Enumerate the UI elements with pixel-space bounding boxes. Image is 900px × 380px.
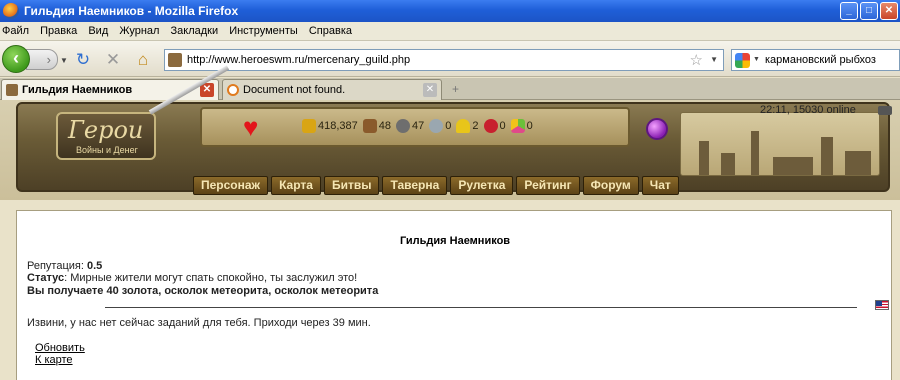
window-title: Гильдия Наемников - Mozilla Firefox [24,4,239,18]
resource-value: 48 [378,120,392,132]
nav-tavern[interactable]: Таверна [382,176,448,195]
search-box[interactable]: ▼ кармановский рыбхоз [731,49,900,71]
menu-bar: Файл Правка Вид Журнал Закладки Инструме… [0,22,900,41]
wood-icon [362,119,377,133]
nav-battles[interactable]: Битвы [323,176,380,195]
address-dropdown-icon[interactable]: ▼ [710,55,718,64]
no-tasks-message: Извини, у нас нет сейчас заданий для теб… [27,317,371,329]
window-title-bar: Гильдия Наемников - Mozilla Firefox _ □ … [0,0,900,22]
castle-tower [845,151,871,175]
server-clock: 22:11, 15030 online [760,104,856,116]
castle-tower [751,131,759,175]
back-button[interactable]: ‹ [2,45,30,73]
tab-bar: Гильдия Наемников ✕ Document not found. … [0,78,900,100]
gold-icon [302,119,316,133]
google-search-icon[interactable] [735,53,750,68]
online-indicator-icon[interactable] [878,106,892,115]
tab-label: Document not found. [243,84,346,96]
castle-tower [821,137,833,175]
mana-potion-icon [646,118,668,140]
address-url[interactable]: http://www.heroeswm.ru/mercenary_guild.p… [187,54,410,66]
castle-wall [773,157,813,175]
castle-illustration [680,112,880,176]
mercury-icon [429,119,444,133]
nav-map[interactable]: Карта [271,176,321,195]
reputation-label: Репутация: [27,260,87,272]
menu-bookmarks[interactable]: Закладки [171,22,225,37]
game-logo[interactable]: Герои Войны и Денег [56,112,156,160]
minimize-icon[interactable]: _ [840,2,858,20]
resource-value: 418,387 [318,120,358,132]
stop-icon[interactable]: ✕ [102,49,124,71]
status-label: Статус [27,272,65,284]
tab-label: Гильдия Наемников [22,84,133,96]
menu-view[interactable]: Вид [88,22,114,37]
menu-tools[interactable]: Инструменты [229,22,304,37]
menu-file[interactable]: Файл [2,22,35,37]
resource-value: 47 [412,120,425,132]
search-input[interactable]: кармановский рыбхоз [765,54,876,66]
nav-forum[interactable]: Форум [582,176,639,195]
mercenary-guild-panel: Гильдия Наемников Репутация: 0.5 Статус:… [16,210,892,380]
sulfur-icon [456,119,471,133]
resource-gems: 0 [510,119,533,133]
page-title: Гильдия Наемников [399,235,511,247]
game-header: Герои Войны и Денег ♥ 418,387 48 47 0 2 … [0,65,900,200]
crystal-icon [483,119,498,133]
home-icon[interactable]: ⌂ [132,49,154,71]
resource-sulfur: 2 [456,119,479,133]
reward-text: Вы получаете 40 золота, осколок метеорит… [27,285,379,297]
menu-history[interactable]: Журнал [119,22,165,37]
resource-mercury: 0 [429,119,451,133]
reputation-value: 0.5 [86,260,103,272]
status-text: : Мирные жители могут спать спокойно, ты… [64,272,358,284]
resource-value: 2 [472,120,479,132]
resource-ore: 47 [396,119,424,133]
page-loading-icon [227,84,239,96]
tab-document-not-found[interactable]: Document not found. ✕ [222,79,442,100]
castle-tower [699,141,709,175]
resource-value: 0 [499,120,506,132]
nav-rating[interactable]: Рейтинг [516,176,580,195]
search-engine-dropdown-icon[interactable]: ▼ [753,56,760,63]
us-flag-icon[interactable] [875,300,889,310]
resource-value: 0 [526,120,533,132]
refresh-link[interactable]: Обновить [35,342,85,354]
bookmark-star-icon[interactable]: ☆ [690,51,703,69]
close-tab-icon[interactable]: ✕ [423,83,437,97]
new-tab-icon[interactable]: + [452,83,466,95]
history-dropdown-icon[interactable]: ▼ [60,56,68,65]
castle-tower [721,153,735,175]
gems-icon [510,119,525,133]
logo-title: Герои [68,116,144,144]
menu-help[interactable]: Справка [309,22,358,37]
resource-wood: 48 [362,119,392,133]
resource-gold: 418,387 [302,119,358,133]
status-line: Статус: Мирные жители могут спать спокой… [27,272,357,284]
maximize-icon[interactable]: □ [860,2,878,20]
divider [105,307,857,308]
site-favicon-icon [6,84,18,96]
ore-icon [396,119,411,133]
firefox-logo-icon [3,3,19,19]
forward-button[interactable]: › [26,49,58,70]
to-map-link[interactable]: К карте [35,354,73,366]
game-nav-menu: Персонаж Карта Битвы Таверна Рулетка Рей… [193,176,682,196]
nav-character[interactable]: Персонаж [193,176,269,195]
navigation-toolbar: › ‹ ▼ ↻ ✕ ⌂ http://www.heroeswm.ru/merce… [0,41,900,77]
menu-edit[interactable]: Правка [40,22,83,37]
nav-roulette[interactable]: Рулетка [450,176,514,195]
reputation-line: Репутация: 0.5 [27,260,102,272]
resource-value: 0 [445,120,452,132]
close-icon[interactable]: ✕ [880,2,898,20]
health-heart-icon: ♥ [243,112,259,142]
site-favicon-icon [168,53,182,67]
nav-chat[interactable]: Чат [641,176,679,195]
resource-bar: 418,387 48 47 0 2 0 0 [302,114,538,138]
logo-subtitle: Войны и Денег [76,145,138,155]
address-bar[interactable]: http://www.heroeswm.ru/mercenary_guild.p… [164,49,724,71]
reload-icon[interactable]: ↻ [72,49,94,71]
resource-crystal: 0 [483,119,506,133]
